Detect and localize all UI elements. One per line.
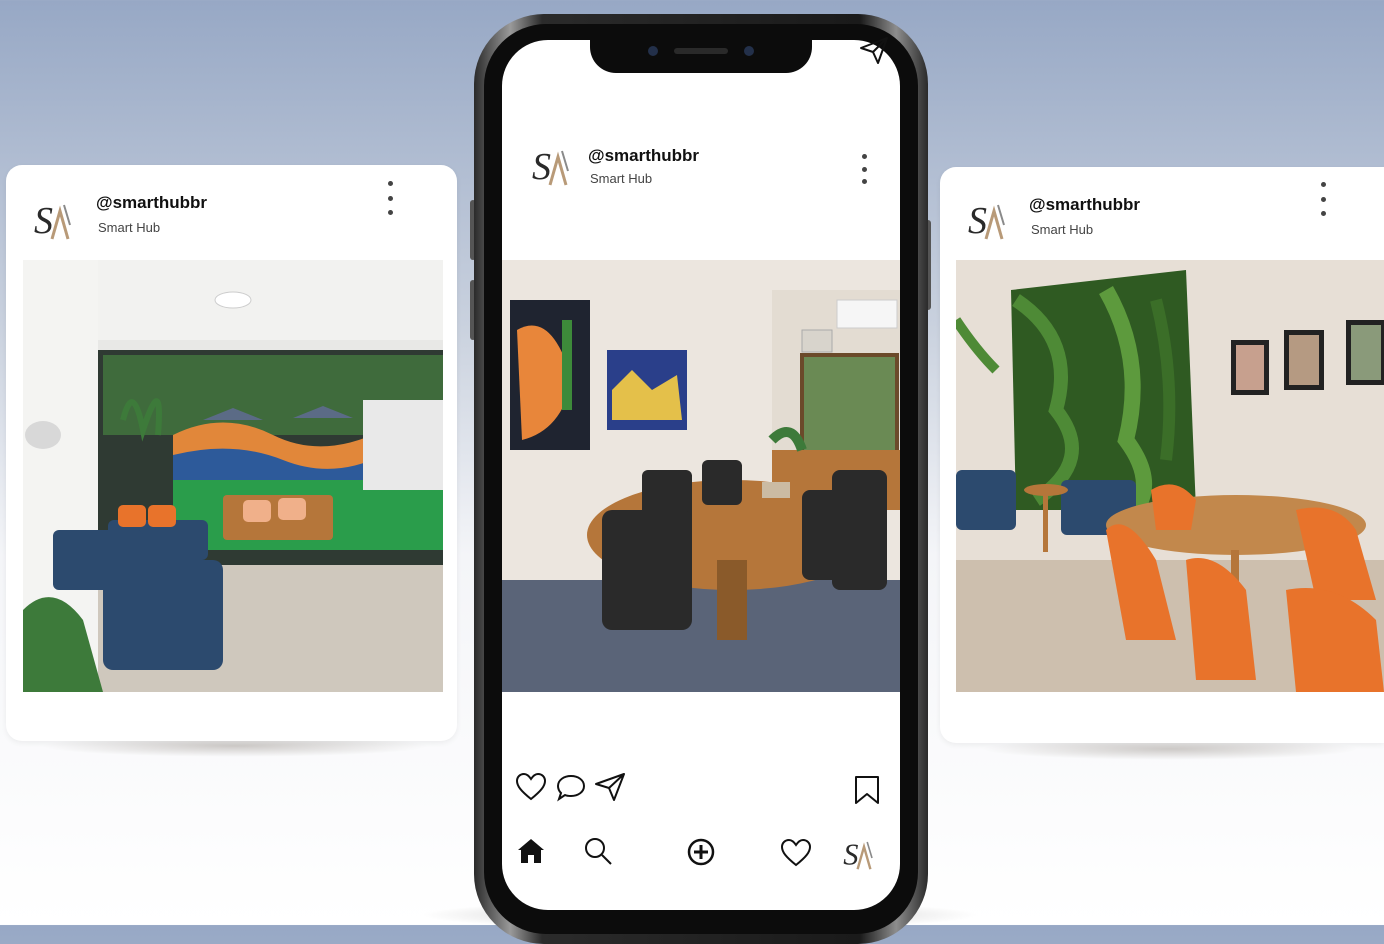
svg-text:S: S — [34, 200, 53, 242]
speaker-grille — [674, 48, 728, 54]
activity-heart-icon[interactable] — [781, 839, 811, 867]
add-icon[interactable] — [686, 837, 716, 867]
more-options-button[interactable] — [859, 154, 869, 184]
sensor-dot — [744, 46, 754, 56]
profile-handle[interactable]: @smarthubbr — [96, 193, 207, 213]
profile-handle[interactable]: @smarthubbr — [588, 146, 699, 166]
more-options-button[interactable] — [385, 181, 395, 215]
share-icon[interactable] — [594, 772, 626, 802]
post-card-right: S @smarthubbr Smart Hub — [940, 167, 1384, 743]
profile-name: Smart Hub — [1031, 222, 1094, 237]
phone-notch — [590, 40, 812, 73]
more-options-button[interactable] — [1318, 182, 1328, 216]
direct-message-icon[interactable] — [859, 36, 889, 66]
svg-text:S: S — [532, 146, 551, 188]
smarthub-logo-avatar[interactable]: S — [30, 195, 80, 245]
smarthub-logo-avatar[interactable]: S — [528, 141, 578, 191]
home-icon[interactable] — [516, 837, 546, 865]
green-wall-cafe-photo[interactable] — [956, 260, 1384, 692]
search-icon[interactable] — [583, 836, 613, 866]
meeting-room-photo[interactable] — [502, 260, 900, 692]
profile-name: Smart Hub — [590, 171, 653, 186]
post-card-left: S @smarthubbr Smart Hub — [6, 165, 457, 741]
svg-text:S: S — [968, 200, 987, 242]
profile-avatar[interactable]: S — [840, 834, 880, 874]
profile-handle[interactable]: @smarthubbr — [1029, 195, 1140, 215]
outdoor-lounge-photo[interactable] — [23, 260, 443, 692]
heart-icon[interactable] — [516, 773, 546, 801]
comment-icon[interactable] — [556, 774, 586, 802]
phone-screen: S @smarthubbr Smart Hub S — [502, 40, 900, 910]
svg-text:S: S — [843, 837, 858, 871]
smarthub-logo-avatar[interactable]: S — [964, 195, 1014, 245]
camera-dot — [648, 46, 658, 56]
profile-name: Smart Hub — [98, 220, 161, 235]
bookmark-icon[interactable] — [854, 775, 880, 805]
